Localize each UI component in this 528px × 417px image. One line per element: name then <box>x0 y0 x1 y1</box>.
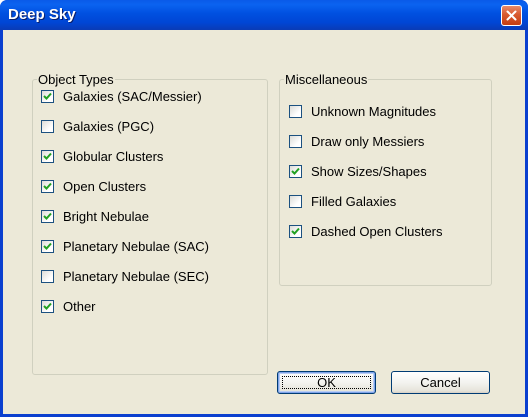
object-type-checkbox-row[interactable]: Planetary Nebulae (SAC) <box>41 239 209 255</box>
object-type-checkbox[interactable] <box>41 179 54 193</box>
object-type-checkbox-row[interactable]: Galaxies (SAC/Messier) <box>41 88 202 104</box>
misc-option-checkbox[interactable] <box>289 224 302 238</box>
object-type-checkbox-row[interactable]: Planetary Nebulae (SEC) <box>41 269 209 285</box>
object-type-checkbox[interactable] <box>41 89 54 103</box>
checkmark-icon <box>43 182 52 190</box>
checkmark-icon <box>43 303 52 311</box>
misc-option-checkbox[interactable] <box>289 134 302 148</box>
misc-option-checkbox-row[interactable]: Show Sizes/Shapes <box>289 163 427 179</box>
checkmark-icon <box>43 212 52 220</box>
dialog-body: Object Types Galaxies (SAC/Messier) Galax… <box>3 30 525 414</box>
object-type-checkbox[interactable] <box>41 119 54 133</box>
close-button[interactable] <box>501 5 522 26</box>
misc-option-checkbox[interactable] <box>289 194 302 208</box>
checkmark-icon <box>291 167 300 175</box>
object-type-checkbox-label: Planetary Nebulae (SEC) <box>63 269 209 285</box>
checkmark-icon <box>291 227 300 235</box>
object-type-checkbox-label: Globular Clusters <box>63 148 164 164</box>
misc-option-checkbox-label: Filled Galaxies <box>311 193 397 209</box>
dialog-window: Deep Sky Object Types Galaxies (SAC/Mess… <box>0 0 528 417</box>
checkmark-icon <box>43 242 52 250</box>
cancel-button[interactable]: Cancel <box>391 371 490 394</box>
checkmark-icon <box>43 92 52 100</box>
object-type-checkbox[interactable] <box>41 240 54 253</box>
title-bar[interactable]: Deep Sky <box>0 0 528 30</box>
misc-option-checkbox-row[interactable]: Draw only Messiers <box>289 133 424 149</box>
misc-option-checkbox[interactable] <box>289 104 302 118</box>
focus-rectangle <box>282 376 371 389</box>
misc-option-checkbox-label: Draw only Messiers <box>311 133 425 149</box>
object-types-legend: Object Types <box>37 72 115 87</box>
miscellaneous-legend: Miscellaneous <box>284 72 369 87</box>
misc-option-checkbox-label: Dashed Open Clusters <box>311 223 443 239</box>
object-type-checkbox-label: Galaxies (PGC) <box>63 118 155 134</box>
object-type-checkbox-label: Planetary Nebulae (SAC) <box>63 239 209 254</box>
object-type-checkbox[interactable] <box>41 270 54 284</box>
object-type-checkbox-row[interactable]: Open Clusters <box>41 178 146 194</box>
object-type-checkbox-label: Other <box>63 299 96 315</box>
object-type-checkbox-label: Galaxies (SAC/Messier) <box>63 88 202 104</box>
object-type-checkbox[interactable] <box>41 300 54 314</box>
misc-option-checkbox-row[interactable]: Filled Galaxies <box>289 193 396 209</box>
object-type-checkbox-label: Open Clusters <box>63 178 147 194</box>
misc-option-checkbox-row[interactable]: Dashed Open Clusters <box>289 223 443 239</box>
object-type-checkbox-row[interactable]: Other <box>41 299 96 315</box>
checkmark-icon <box>43 152 52 160</box>
object-type-checkbox-row[interactable]: Galaxies (PGC) <box>41 118 154 134</box>
window-title: Deep Sky <box>8 6 76 23</box>
misc-option-checkbox-row[interactable]: Unknown Magnitudes <box>289 103 436 119</box>
misc-option-checkbox[interactable] <box>289 164 302 178</box>
object-type-checkbox[interactable] <box>41 149 54 163</box>
misc-option-checkbox-label: Unknown Magnitudes <box>311 103 437 119</box>
object-type-checkbox-label: Bright Nebulae <box>63 208 149 224</box>
object-type-checkbox[interactable] <box>41 209 54 223</box>
close-icon <box>506 10 517 21</box>
cancel-button-label: Cancel <box>420 375 461 390</box>
object-type-checkbox-row[interactable]: Globular Clusters <box>41 148 163 164</box>
ok-button[interactable]: OK <box>277 371 376 394</box>
object-type-checkbox-row[interactable]: Bright Nebulae <box>41 208 149 224</box>
misc-option-checkbox-label: Show Sizes/Shapes <box>311 163 427 179</box>
